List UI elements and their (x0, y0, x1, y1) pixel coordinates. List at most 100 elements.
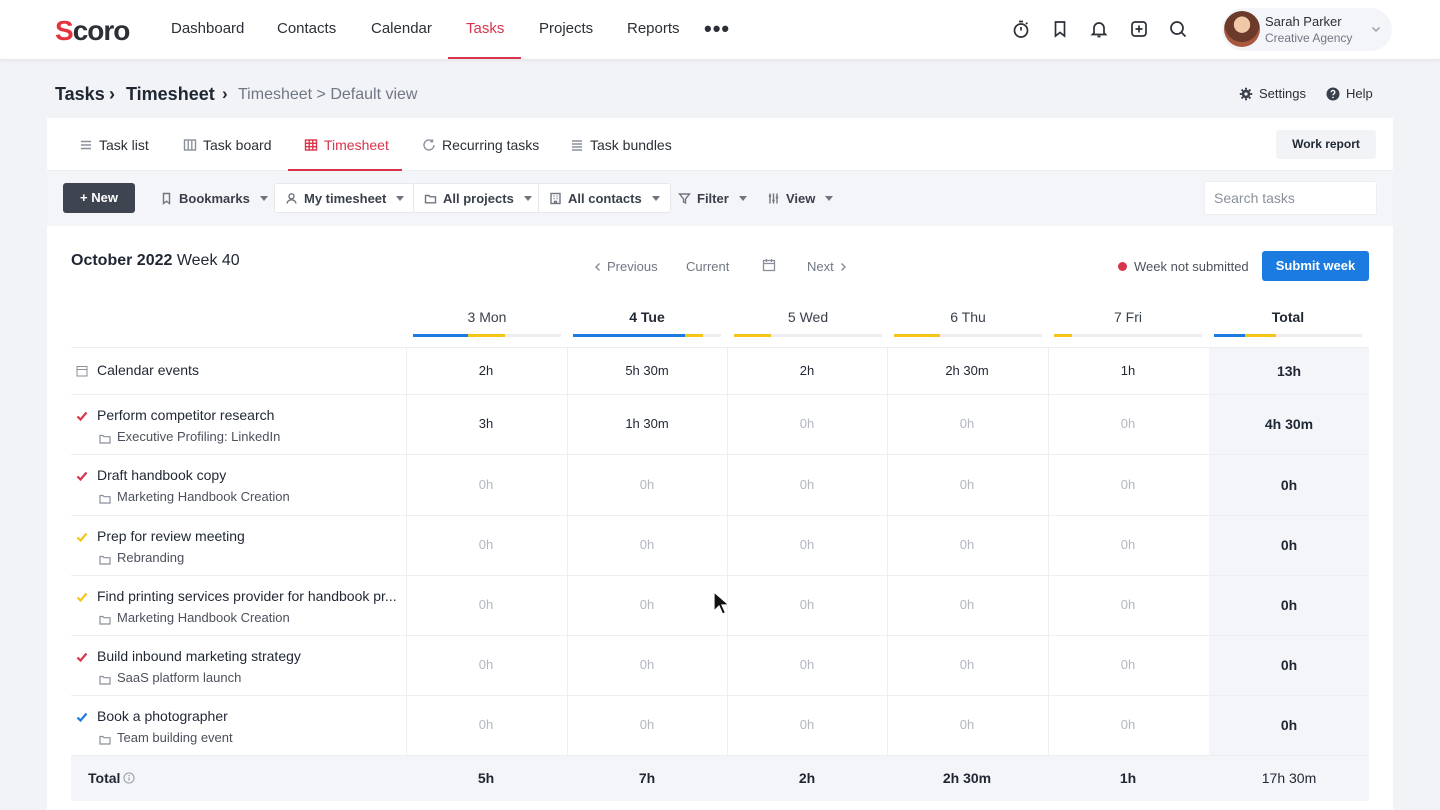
all-projects-dropdown[interactable]: All projects (413, 183, 543, 213)
check-icon[interactable] (76, 469, 88, 482)
time-cell[interactable]: 0h (727, 717, 887, 732)
new-button[interactable]: + New (63, 183, 135, 213)
day-progress-bar (1054, 334, 1202, 337)
bookmarks-dropdown[interactable]: Bookmarks (150, 183, 278, 213)
time-cell[interactable]: 0h (406, 537, 566, 552)
time-cell[interactable]: 0h (406, 717, 566, 732)
time-cell[interactable]: 5h 30m (567, 363, 727, 378)
tab-recurring-tasks[interactable]: Recurring tasks (422, 118, 539, 171)
task-project[interactable]: Rebranding (117, 550, 184, 565)
tab-task-bundles[interactable]: Task bundles (570, 118, 672, 171)
time-cell[interactable]: 0h (567, 537, 727, 552)
time-cell[interactable]: 0h (887, 477, 1047, 492)
task-title[interactable]: Find printing services provider for hand… (97, 588, 397, 604)
time-cell[interactable]: 0h (887, 416, 1047, 431)
check-icon[interactable] (76, 409, 88, 422)
task-project[interactable]: Executive Profiling: LinkedIn (117, 429, 280, 444)
task-title[interactable]: Draft handbook copy (97, 467, 226, 483)
time-cell[interactable]: 0h (567, 717, 727, 732)
nav-tasks[interactable]: Tasks (466, 0, 504, 59)
all-contacts-dropdown[interactable]: All contacts (538, 183, 671, 213)
view-dropdown[interactable]: View (757, 183, 843, 213)
task-project[interactable]: SaaS platform launch (117, 670, 241, 685)
more-menu-icon[interactable]: ••• (704, 16, 730, 42)
time-cell[interactable]: 0h (406, 477, 566, 492)
task-title[interactable]: Book a photographer (97, 708, 228, 724)
time-cell[interactable]: 0h (727, 657, 887, 672)
nav-dashboard[interactable]: Dashboard (171, 0, 244, 59)
time-cell[interactable]: 1h 30m (567, 416, 727, 431)
time-cell[interactable]: 0h (1048, 537, 1208, 552)
time-cell[interactable]: 3h (406, 416, 566, 431)
tab-task-board[interactable]: Task board (183, 118, 271, 171)
time-cell[interactable]: 0h (1048, 416, 1208, 431)
day-column-header[interactable]: 6 Thu (894, 309, 1042, 325)
my-timesheet-dropdown[interactable]: My timesheet (274, 183, 416, 213)
time-cell[interactable]: 0h (887, 597, 1047, 612)
time-cell[interactable]: 0h (1048, 477, 1208, 492)
work-report-button[interactable]: Work report (1276, 130, 1376, 159)
time-cell[interactable]: 0h (887, 537, 1047, 552)
time-cell[interactable]: 0h (727, 477, 887, 492)
info-icon[interactable] (123, 771, 136, 784)
time-cell[interactable]: 0h (887, 657, 1047, 672)
add-icon[interactable] (1128, 18, 1150, 40)
task-title[interactable]: Prep for review meeting (97, 528, 245, 544)
breadcrumb-view[interactable]: Timesheet > Default view (238, 86, 417, 104)
time-cell[interactable]: 2h 30m (887, 363, 1047, 378)
time-cell[interactable]: 0h (727, 537, 887, 552)
help-link[interactable]: Help (1326, 86, 1373, 101)
task-title[interactable]: Perform competitor research (97, 407, 274, 423)
nav-calendar[interactable]: Calendar (371, 0, 432, 59)
settings-link[interactable]: Settings (1239, 86, 1306, 101)
time-cell[interactable]: 0h (1048, 657, 1208, 672)
check-icon[interactable] (76, 650, 88, 663)
day-column-header[interactable]: 4 Tue (573, 309, 721, 325)
bookmark-icon[interactable] (1049, 18, 1071, 40)
nav-contacts[interactable]: Contacts (277, 0, 336, 59)
time-cell[interactable]: 0h (567, 597, 727, 612)
current-week-button[interactable]: Current (686, 259, 729, 274)
bell-icon[interactable] (1088, 18, 1110, 40)
task-project[interactable]: Marketing Handbook Creation (117, 489, 290, 504)
scoro-logo[interactable]: Scoro (55, 15, 130, 47)
task-project[interactable]: Marketing Handbook Creation (117, 610, 290, 625)
time-cell[interactable]: 0h (887, 717, 1047, 732)
time-cell[interactable]: 0h (727, 416, 887, 431)
time-cell[interactable]: 2h (727, 363, 887, 378)
time-cell[interactable]: 0h (1048, 717, 1208, 732)
timer-icon[interactable] (1010, 18, 1032, 40)
time-cell[interactable]: 0h (567, 657, 727, 672)
tab-timesheet[interactable]: Timesheet (304, 118, 389, 171)
day-column-header[interactable]: 3 Mon (413, 309, 561, 325)
nav-reports[interactable]: Reports (627, 0, 680, 59)
check-icon[interactable] (76, 590, 88, 603)
time-cell[interactable]: 1h (1048, 363, 1208, 378)
search-tasks-input[interactable] (1204, 181, 1377, 215)
breadcrumb-timesheet[interactable]: Timesheet (126, 84, 215, 105)
time-cell[interactable]: 0h (1048, 597, 1208, 612)
tab-task-list[interactable]: Task list (79, 118, 149, 171)
time-cell[interactable]: 2h (406, 363, 566, 378)
check-icon[interactable] (76, 530, 88, 543)
submit-week-button[interactable]: Submit week (1262, 251, 1369, 281)
filter-dropdown[interactable]: Filter (668, 183, 757, 213)
user-menu[interactable]: Sarah Parker Creative Agency (1222, 8, 1392, 51)
day-column-header[interactable]: 7 Fri (1054, 309, 1202, 325)
day-column-header[interactable]: Total (1214, 309, 1362, 325)
next-week-button[interactable]: Next (807, 259, 848, 274)
task-project[interactable]: Team building event (117, 730, 233, 745)
time-cell[interactable]: 0h (567, 477, 727, 492)
task-title[interactable]: Calendar events (97, 362, 199, 378)
breadcrumb-tasks[interactable]: Tasks (55, 84, 105, 105)
check-icon[interactable] (76, 710, 88, 723)
day-column-header[interactable]: 5 Wed (734, 309, 882, 325)
time-cell[interactable]: 0h (406, 597, 566, 612)
time-cell[interactable]: 0h (727, 597, 887, 612)
previous-week-button[interactable]: Previous (593, 259, 658, 274)
search-icon[interactable] (1167, 18, 1189, 40)
task-title[interactable]: Build inbound marketing strategy (97, 648, 301, 664)
nav-projects[interactable]: Projects (539, 0, 593, 59)
time-cell[interactable]: 0h (406, 657, 566, 672)
calendar-icon[interactable] (762, 258, 776, 272)
